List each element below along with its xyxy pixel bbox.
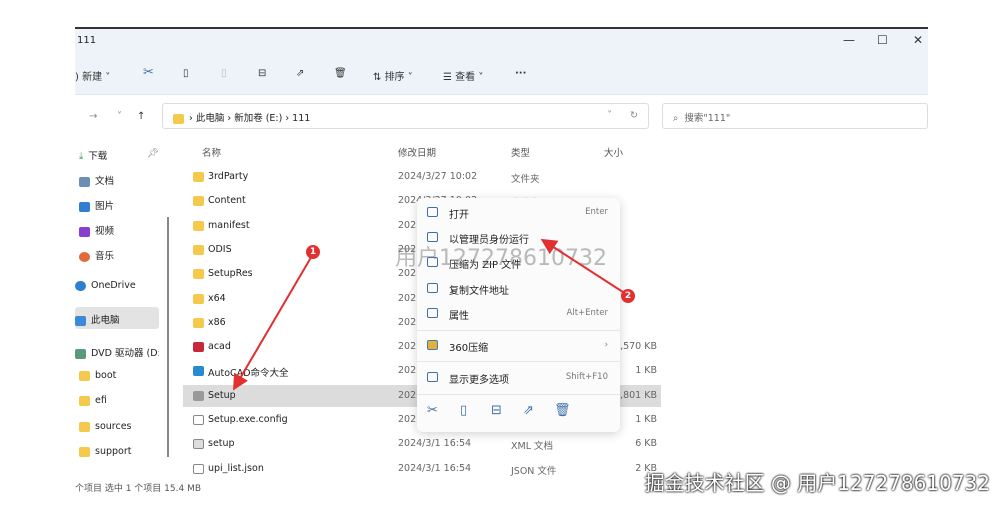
watermark: 掘金技术社区 @ 用户127278610732 bbox=[644, 471, 990, 495]
arrow-step-1 bbox=[232, 253, 314, 391]
arrow-step-2 bbox=[540, 238, 627, 295]
step-badge-1: 1 bbox=[306, 245, 320, 259]
step-badge-2: 2 bbox=[621, 289, 635, 303]
annotation-arrows bbox=[232, 238, 627, 391]
